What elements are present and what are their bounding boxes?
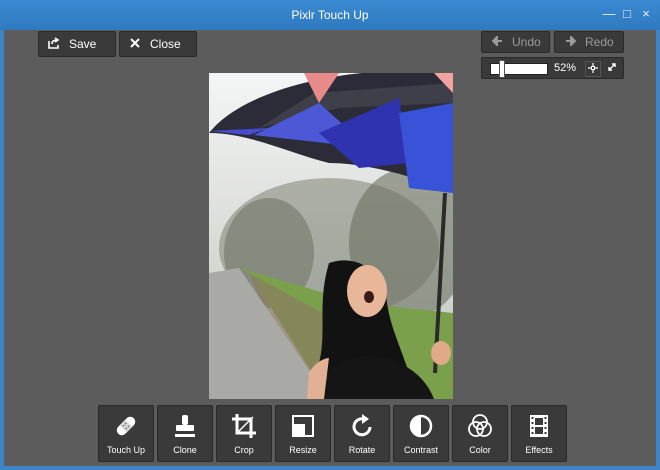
tool-label: Color <box>469 445 491 455</box>
tool-crop-button[interactable]: Crop <box>216 405 272 462</box>
tool-rotate-button[interactable]: Rotate <box>334 405 390 462</box>
tool-touch-up-button[interactable]: Touch Up <box>98 405 154 462</box>
title-bar[interactable]: Pixlr Touch Up — □ × <box>0 0 660 30</box>
zoom-slider-thumb[interactable] <box>499 60 505 78</box>
minimize-button[interactable]: — <box>601 6 617 22</box>
tool-label: Crop <box>234 445 254 455</box>
save-button[interactable]: Save <box>38 31 116 57</box>
tool-label: Clone <box>173 445 197 455</box>
crop-icon <box>231 413 257 439</box>
bandage-icon <box>113 413 139 439</box>
tool-clone-button[interactable]: Clone <box>157 405 213 462</box>
fullscreen-icon[interactable] <box>604 61 620 77</box>
photo-canvas[interactable] <box>209 73 453 399</box>
rotate-icon <box>349 413 375 439</box>
tool-label: Resize <box>289 445 317 455</box>
arrow-left-icon <box>488 34 506 49</box>
zoom-slider[interactable] <box>490 60 548 78</box>
color-circles-icon <box>467 413 493 439</box>
close-button[interactable]: Close <box>119 31 197 57</box>
film-icon <box>526 413 552 439</box>
tool-label: Effects <box>525 445 553 455</box>
undo-label: Undo <box>512 35 541 49</box>
tool-label: Touch Up <box>106 445 146 455</box>
window-title: Pixlr Touch Up <box>291 8 369 22</box>
close-label: Close <box>150 37 181 51</box>
tool-contrast-button[interactable]: Contrast <box>393 405 449 462</box>
maximize-button[interactable]: □ <box>619 6 635 22</box>
tool-resize-button[interactable]: Resize <box>275 405 331 462</box>
redo-button[interactable]: Redo <box>554 31 624 53</box>
tool-label: Rotate <box>348 445 376 455</box>
zoom-bar: 52% <box>481 57 624 79</box>
tool-color-button[interactable]: Color <box>452 405 508 462</box>
resize-icon <box>290 413 316 439</box>
tool-label: Contrast <box>403 445 438 455</box>
zoom-value: 52% <box>554 62 577 74</box>
contrast-icon <box>408 413 434 439</box>
undo-button[interactable]: Undo <box>481 31 550 53</box>
share-icon <box>45 36 63 52</box>
arrow-right-icon <box>561 34 579 49</box>
redo-label: Redo <box>585 35 614 49</box>
stamp-icon <box>172 413 198 439</box>
save-label: Save <box>69 37 97 51</box>
fit-to-screen-icon[interactable] <box>585 61 601 77</box>
window-close-button[interactable]: × <box>638 6 654 22</box>
tool-effects-button[interactable]: Effects <box>511 405 567 462</box>
umbrella-girl-photo <box>209 73 453 399</box>
close-icon <box>126 37 144 51</box>
